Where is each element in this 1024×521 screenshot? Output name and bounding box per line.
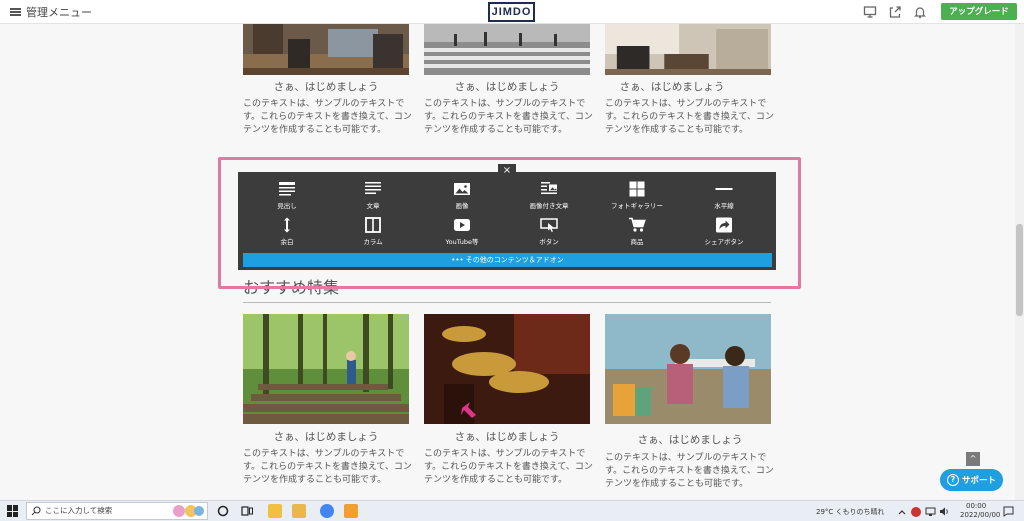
windows-start-icon[interactable] bbox=[7, 505, 19, 517]
friends-cafe-photo bbox=[605, 314, 771, 424]
restaurant-photo bbox=[605, 24, 771, 75]
tool-label: 商品 bbox=[630, 238, 644, 246]
forest-photo bbox=[243, 314, 409, 424]
volume-icon[interactable] bbox=[939, 506, 950, 517]
card-description: このテキストは、サンプルのテキストです。これらのテキストを書き換えて、コンテンツ… bbox=[605, 99, 774, 135]
card-caption: さぁ、はじめましょう bbox=[454, 81, 560, 93]
notification-icon[interactable] bbox=[1003, 506, 1014, 517]
antivirus-tray-icon[interactable] bbox=[911, 507, 921, 517]
support-label: サポート bbox=[961, 476, 996, 486]
scrollbar-thumb[interactable] bbox=[1016, 224, 1023, 316]
trumpet-photo bbox=[424, 314, 590, 424]
cortana-icon[interactable] bbox=[216, 504, 230, 518]
card-caption: さぁ、はじめましょう bbox=[454, 431, 560, 443]
card-caption: さぁ、はじめましょう bbox=[619, 81, 725, 93]
tool-product[interactable]: 商品 bbox=[602, 217, 672, 246]
admin-menu-label: 管理メニュー bbox=[26, 6, 92, 19]
tool-label: 見出し bbox=[277, 202, 297, 210]
more-contents-addons-button[interactable]: ••• その他のコンテンツ＆アドオン bbox=[243, 253, 772, 267]
jimdo-logo[interactable]: JIMDO bbox=[488, 2, 535, 22]
horizontal-line-icon bbox=[715, 188, 733, 190]
chrome-taskbar-icon[interactable] bbox=[320, 504, 334, 518]
image-icon bbox=[454, 183, 470, 195]
windows-taskbar: ここに入力して検索 29°C くもりのち晴れ 00:00 2022/00/00 bbox=[0, 500, 1024, 521]
tool-label: 水平線 bbox=[714, 202, 734, 210]
task-view-icon[interactable] bbox=[240, 504, 254, 518]
button-icon bbox=[540, 218, 558, 232]
tool-image-text[interactable]: 画像付き文章 bbox=[514, 181, 584, 210]
clock-date[interactable]: 2022/00/00 bbox=[960, 511, 1000, 519]
tool-label: 画像 bbox=[455, 202, 469, 210]
network-icon[interactable] bbox=[925, 506, 936, 517]
hamburger-icon bbox=[10, 8, 21, 16]
card-description: このテキストは、サンプルのテキストです。これらのテキストを書き換えて、コンテンツ… bbox=[424, 99, 593, 135]
scrollbar[interactable] bbox=[1015, 24, 1024, 500]
share-icon[interactable] bbox=[888, 5, 902, 19]
card-caption: さぁ、はじめましょう bbox=[273, 81, 379, 93]
card-caption: さぁ、はじめましょう bbox=[637, 434, 743, 446]
tool-horizontal-line[interactable]: 水平線 bbox=[689, 181, 759, 210]
top-bar: 管理メニュー JIMDO アップグレード bbox=[0, 0, 1024, 24]
share-button-icon bbox=[716, 217, 732, 233]
spacer-icon bbox=[284, 217, 290, 233]
image-text-icon bbox=[541, 182, 557, 194]
tool-button[interactable]: ボタン bbox=[514, 217, 584, 246]
search-icon bbox=[31, 506, 41, 516]
media-app-taskbar-icon[interactable] bbox=[344, 504, 358, 518]
card-description: このテキストは、サンプルのテキストです。これらのテキストを書き換えて、コンテンツ… bbox=[243, 99, 412, 135]
text-icon bbox=[365, 182, 381, 194]
tool-label: 余白 bbox=[280, 238, 294, 246]
monitor-icon[interactable] bbox=[863, 5, 877, 19]
search-placeholder: ここに入力して検索 bbox=[45, 506, 113, 515]
bell-icon[interactable] bbox=[913, 5, 927, 19]
tool-label: シェアボタン bbox=[704, 238, 744, 246]
video-icon bbox=[454, 219, 470, 231]
cart-icon bbox=[629, 217, 646, 232]
file-explorer-taskbar-icon[interactable] bbox=[268, 504, 282, 518]
tool-label: カラム bbox=[363, 238, 383, 246]
close-panel-button[interactable]: × bbox=[498, 164, 516, 178]
support-button[interactable]: ? サポート bbox=[940, 469, 1003, 491]
tool-youtube[interactable]: YouTube等 bbox=[427, 217, 497, 246]
tool-column[interactable]: カラム bbox=[338, 217, 408, 246]
card-caption: さぁ、はじめましょう bbox=[273, 431, 379, 443]
tool-label: YouTube等 bbox=[445, 238, 479, 246]
heading-icon bbox=[279, 182, 295, 196]
help-icon: ? bbox=[946, 474, 959, 486]
search-highlight-icon bbox=[173, 505, 204, 517]
card-description: このテキストは、サンプルのテキストです。これらのテキストを書き換えて、コンテンツ… bbox=[424, 449, 593, 485]
scroll-top-button[interactable]: ^ bbox=[966, 452, 980, 466]
tool-label: ボタン bbox=[539, 238, 559, 246]
admin-menu-button[interactable]: 管理メニュー bbox=[10, 5, 92, 19]
crosswalk-photo bbox=[424, 24, 590, 75]
card-description: このテキストは、サンプルのテキストです。これらのテキストを書き換えて、コンテンツ… bbox=[243, 449, 412, 485]
tool-share-button[interactable]: シェアボタン bbox=[689, 217, 759, 246]
tray-chevron-icon[interactable] bbox=[897, 507, 907, 517]
column-icon bbox=[365, 217, 381, 233]
card-description: このテキストは、サンプルのテキストです。これらのテキストを書き換えて、コンテンツ… bbox=[605, 453, 774, 489]
tool-label: フォトギャラリー bbox=[611, 202, 663, 210]
tool-heading[interactable]: 見出し bbox=[252, 181, 322, 210]
tool-label: 画像付き文章 bbox=[529, 202, 569, 210]
tool-gallery[interactable]: フォトギャラリー bbox=[602, 181, 672, 210]
clock-time[interactable]: 00:00 bbox=[966, 502, 986, 510]
tool-spacer[interactable]: 余白 bbox=[252, 217, 322, 246]
tool-image[interactable]: 画像 bbox=[427, 181, 497, 210]
upgrade-button[interactable]: アップグレード bbox=[941, 3, 1017, 20]
weather-status[interactable]: 29°C くもりのち晴れ bbox=[816, 507, 885, 517]
gallery-icon bbox=[629, 181, 645, 197]
section-divider bbox=[243, 302, 771, 303]
tool-label: 文章 bbox=[366, 202, 380, 210]
taskbar-search-input[interactable]: ここに入力して検索 bbox=[26, 502, 208, 520]
cafe-photo bbox=[243, 24, 409, 75]
folder-taskbar-icon[interactable] bbox=[292, 504, 306, 518]
tool-text[interactable]: 文章 bbox=[338, 181, 408, 210]
